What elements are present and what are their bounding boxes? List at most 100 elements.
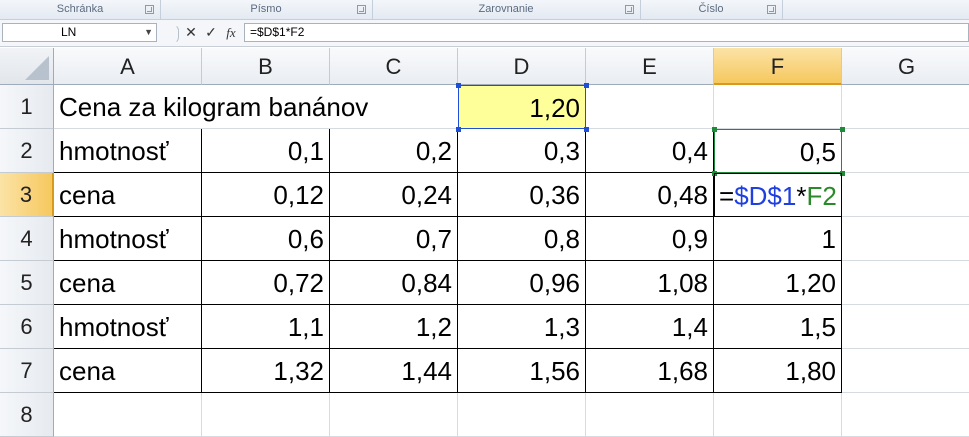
cell-b7[interactable]: 1,32 [202, 349, 330, 393]
cell-d1[interactable]: 1,20 [458, 85, 586, 129]
cell-e1[interactable] [586, 85, 714, 129]
cell-value: Cena za kilogram banánov [59, 92, 369, 122]
cell-c4[interactable]: 0,7 [330, 217, 458, 261]
cell-c3[interactable]: 0,24 [330, 173, 458, 217]
cell-b3[interactable]: 0,12 [202, 173, 330, 217]
dialog-launcher-icon[interactable] [145, 5, 154, 14]
column-header-a[interactable]: A [54, 48, 202, 85]
cell-d7[interactable]: 1,56 [458, 349, 586, 393]
cell-b5[interactable]: 0,72 [202, 261, 330, 305]
select-all-button[interactable] [0, 48, 54, 85]
cell-g2[interactable] [842, 129, 969, 173]
resize-grip-icon[interactable] [163, 24, 179, 44]
row-header-7[interactable]: 7 [0, 349, 54, 393]
cell-b2[interactable]: 0,1 [202, 129, 330, 173]
cell-d6[interactable]: 1,3 [458, 305, 586, 349]
ribbon-group-bar: Schránka Písmo Zarovnanie Číslo [0, 0, 969, 20]
cell-g5[interactable] [842, 261, 969, 305]
range-handle-f2[interactable] [840, 127, 845, 132]
row-header-4[interactable]: 4 [0, 217, 54, 261]
cell-d5[interactable]: 0,96 [458, 261, 586, 305]
insert-function-icon[interactable]: fx [222, 23, 240, 42]
cell-g1[interactable] [842, 85, 969, 129]
cell-c6[interactable]: 1,2 [330, 305, 458, 349]
cell-e2[interactable]: 0,4 [586, 129, 714, 173]
ribbon-group-alignment: Zarovnanie [372, 0, 641, 19]
cell-c5[interactable]: 0,84 [330, 261, 458, 305]
cell-f3[interactable]: =$D$1*F2 [714, 173, 842, 217]
ribbon-group-font: Písmo [160, 0, 373, 19]
cell-d3[interactable]: 0,36 [458, 173, 586, 217]
cell-c7[interactable]: 1,44 [330, 349, 458, 393]
row-header-3[interactable]: 3 [0, 173, 54, 217]
cell-g6[interactable] [842, 305, 969, 349]
name-box[interactable]: LN ▼ [2, 23, 157, 42]
cell-e6[interactable]: 1,4 [586, 305, 714, 349]
ribbon-group-label: Zarovnanie [478, 3, 534, 15]
row-header-6[interactable]: 6 [0, 305, 54, 349]
cell-c2[interactable]: 0,2 [330, 129, 458, 173]
chevron-down-icon[interactable]: ▼ [144, 24, 153, 41]
column-header-e[interactable]: E [586, 48, 714, 85]
cancel-icon[interactable]: ✕ [182, 23, 200, 42]
cell-e5[interactable]: 1,08 [586, 261, 714, 305]
cell-e4[interactable]: 0,9 [586, 217, 714, 261]
column-header-c[interactable]: C [330, 48, 458, 85]
cell-a1[interactable]: Cena za kilogram banánov [54, 85, 368, 129]
row-header-2[interactable]: 2 [0, 129, 54, 173]
cell-value: 0,48 [657, 180, 708, 210]
cell-value: 0,36 [529, 180, 580, 210]
formula-input[interactable]: =$D$1*F2 [244, 23, 969, 42]
dialog-launcher-icon[interactable] [357, 5, 366, 14]
cell-f1[interactable] [714, 85, 842, 129]
cell-value: 1,20 [529, 93, 580, 123]
column-header-f[interactable]: F [714, 48, 842, 85]
cell-e8[interactable] [586, 393, 714, 437]
cell-a5[interactable]: cena [54, 261, 202, 305]
range-handle-d1[interactable] [584, 127, 589, 132]
cell-a3[interactable]: cena [54, 173, 202, 217]
column-header-b[interactable]: B [202, 48, 330, 85]
cell-a6[interactable]: hmotnosť [54, 305, 202, 349]
cell-g4[interactable] [842, 217, 969, 261]
cell-a8[interactable] [54, 393, 202, 437]
cell-g3[interactable] [842, 173, 969, 217]
cell-a7[interactable]: cena [54, 349, 202, 393]
cell-b8[interactable] [202, 393, 330, 437]
cell-value: 0,7 [415, 224, 452, 254]
cell-e3[interactable]: 0,48 [586, 173, 714, 217]
cell-b6[interactable]: 1,1 [202, 305, 330, 349]
enter-icon[interactable]: ✓ [202, 23, 220, 42]
dialog-launcher-icon[interactable] [767, 5, 776, 14]
cell-f5[interactable]: 1,20 [714, 261, 842, 305]
range-handle-d1[interactable] [584, 83, 589, 88]
cell-d4[interactable]: 0,8 [458, 217, 586, 261]
cell-c8[interactable] [330, 393, 458, 437]
cell-f6[interactable]: 1,5 [714, 305, 842, 349]
dialog-launcher-icon[interactable] [625, 5, 634, 14]
cell-value: 1,3 [543, 312, 580, 342]
range-handle-d1[interactable] [456, 83, 461, 88]
column-header-g[interactable]: G [842, 48, 969, 85]
row-header-8[interactable]: 8 [0, 393, 54, 437]
cell-g7[interactable] [842, 349, 969, 393]
cell-d2[interactable]: 0,3 [458, 129, 586, 173]
cell-f2[interactable]: 0,5 [714, 129, 842, 173]
cell-e7[interactable]: 1,68 [586, 349, 714, 393]
cell-b4[interactable]: 0,6 [202, 217, 330, 261]
cell-f4[interactable]: 1 [714, 217, 842, 261]
cell-d8[interactable] [458, 393, 586, 437]
row-header-1[interactable]: 1 [0, 85, 54, 129]
row-header-5[interactable]: 5 [0, 261, 54, 305]
cell-g8[interactable] [842, 393, 969, 437]
cell-a4[interactable]: hmotnosť [54, 217, 202, 261]
column-header-d[interactable]: D [458, 48, 586, 85]
cell-value: hmotnosť [59, 136, 169, 166]
ribbon-group-number: Číslo [640, 0, 783, 19]
cell-value: 0,72 [273, 268, 324, 298]
range-handle-d1[interactable] [456, 127, 461, 132]
cell-a2[interactable]: hmotnosť [54, 129, 202, 173]
range-handle-f2[interactable] [712, 127, 717, 132]
cell-f7[interactable]: 1,80 [714, 349, 842, 393]
cell-f8[interactable] [714, 393, 842, 437]
